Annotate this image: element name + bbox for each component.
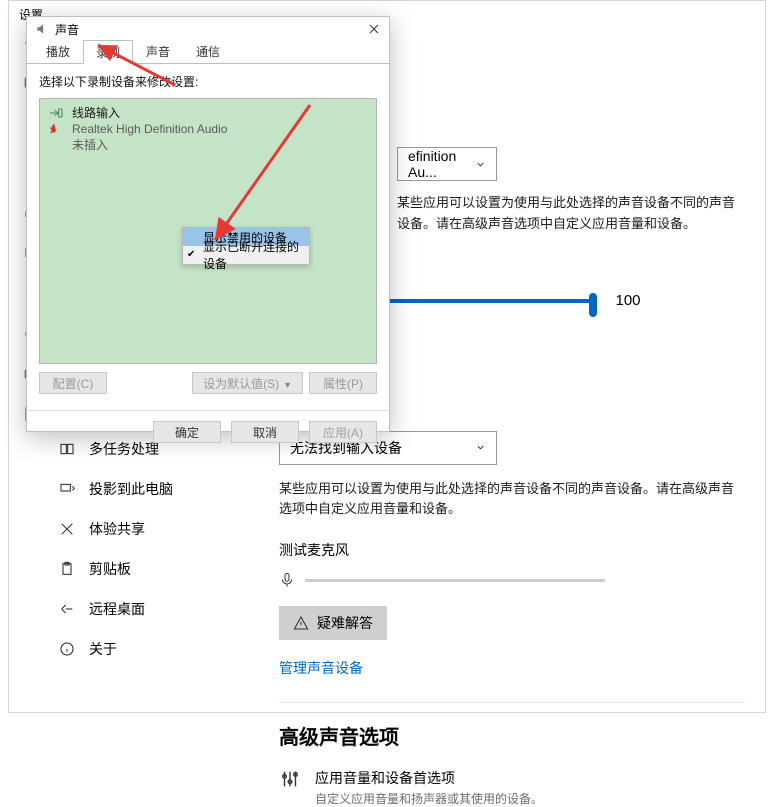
close-button[interactable] [367,22,381,36]
tab-recording[interactable]: 录制 [83,40,133,64]
device-driver: Realtek High Definition Audio [72,121,227,137]
troubleshoot-button[interactable]: 疑难解答 [279,606,387,640]
device-status: 未插入 [72,137,227,153]
dialog-instruction: 选择以下录制设备来修改设置: [39,73,377,90]
mixer-icon [279,768,301,807]
device-name: 线路输入 [72,105,227,121]
project-icon [59,481,75,497]
nav-item-project[interactable]: 投影到此电脑 [55,469,265,509]
dropdown-value: efinition Au... [408,148,475,180]
unplugged-arrow-icon [48,123,60,135]
menu-label: 显示已断开连接的设备 [203,238,309,272]
about-icon [59,641,75,657]
device-list[interactable]: 线路输入 Realtek High Definition Audio 未插入 显… [39,98,377,364]
check-icon: ✔ [187,249,195,260]
clipboard-icon [59,561,75,577]
manage-sound-devices-link[interactable]: 管理声音设备 [279,658,363,678]
divider [279,702,745,703]
volume-value: 100 [603,292,653,309]
nav-label: 体验共享 [89,519,145,539]
remote-icon [59,601,75,617]
sound-icon [35,22,49,36]
mic-test-row [279,570,745,590]
dialog-title: 声音 [55,21,79,38]
dialog-tabs: 播放 录制 声音 通信 [27,41,389,63]
dialog-footer: 确定 取消 应用(A) [27,411,389,455]
tab-communications[interactable]: 通信 [183,39,233,63]
nav-label: 剪贴板 [89,559,131,579]
dialog-body: 选择以下录制设备来修改设置: 线路输入 Realtek High Definit… [27,63,389,402]
nav-item-shared[interactable]: 体验共享 [55,509,265,549]
configure-button[interactable]: 配置(C) [39,372,107,394]
set-default-button[interactable]: 设为默认值(S)▼ [192,372,303,394]
shared-icon [59,521,75,537]
chevron-down-icon [475,442,486,453]
advanced-title: 高级声音选项 [279,721,745,750]
sound-dialog: 声音 播放 录制 声音 通信 选择以下录制设备来修改设置: 线路输入 Realt… [26,16,390,432]
ok-button[interactable]: 确定 [153,421,221,443]
slider-thumb[interactable] [589,293,597,317]
input-note: 某些应用可以设置为使用与此处选择的声音设备不同的声音设备。请在高级声音选项中自定… [279,479,739,521]
nav-item-remote[interactable]: 远程桌面 [55,589,265,629]
nav-label: 投影到此电脑 [89,479,173,499]
tab-sounds[interactable]: 声音 [133,39,183,63]
cancel-button[interactable]: 取消 [231,421,299,443]
menu-show-disconnected[interactable]: ✔ 显示已断开连接的设备 [183,246,309,264]
apply-button[interactable]: 应用(A) [309,421,377,443]
properties-button[interactable]: 属性(P) [309,372,377,394]
device-line-in[interactable]: 线路输入 Realtek High Definition Audio 未插入 [40,99,376,160]
test-mic-label: 测试麦克风 [279,540,745,560]
app-volume-row[interactable]: 应用音量和设备首选项 自定义应用音量和扬声器或其使用的设备。 [279,768,745,807]
warning-icon [293,615,309,631]
dialog-mid-buttons: 配置(C) 设为默认值(S)▼ 属性(P) [39,372,377,394]
chevron-down-icon [475,159,486,170]
mic-level-bar [305,579,605,582]
app-volume-sub: 自定义应用音量和扬声器或其使用的设备。 [315,790,543,807]
button-label: 疑难解答 [317,613,373,633]
nav-label: 远程桌面 [89,599,145,619]
output-device-dropdown[interactable]: efinition Au... [397,147,497,181]
context-menu: 显示禁用的设备 ✔ 显示已断开连接的设备 [182,227,310,265]
tab-playback[interactable]: 播放 [33,39,83,63]
dialog-titlebar: 声音 [27,17,389,41]
nav-item-about[interactable]: 关于 [55,629,265,669]
nav-label: 关于 [89,639,117,659]
app-volume-title: 应用音量和设备首选项 [315,768,543,788]
caret-down-icon: ▼ [283,380,292,390]
mic-icon [279,570,295,590]
nav-item-clipboard[interactable]: 剪贴板 [55,549,265,589]
line-in-icon [48,105,64,121]
